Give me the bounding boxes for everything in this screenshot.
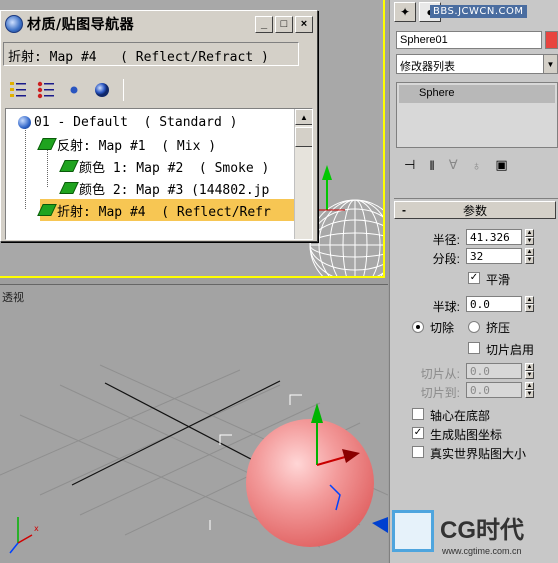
tree-item-map-selected[interactable]: 折射: Map #4 ( Reflect/Refr	[37, 199, 296, 221]
map-icon	[59, 182, 79, 194]
map-icon	[59, 160, 79, 172]
smooth-checkbox[interactable]: ✓	[468, 272, 480, 284]
material-sphere-icon	[18, 115, 31, 129]
material-tree[interactable]: 01 - Default ( Standard ) 反射: Map #1 ( M…	[5, 108, 313, 240]
base-to-pivot-checkbox[interactable]	[412, 408, 424, 420]
squash-label: 挤压	[486, 321, 511, 335]
chevron-down-icon[interactable]: ▼	[543, 55, 557, 73]
rollout-title: 参数	[462, 203, 487, 218]
configure-modifier-sets-icon[interactable]: ▣	[495, 157, 507, 173]
smooth-label: 平滑	[486, 273, 511, 287]
tree-connector	[25, 121, 26, 209]
chop-radio[interactable]	[412, 321, 424, 333]
slice-to-input[interactable]: 0.0	[466, 382, 522, 398]
title-bar[interactable]: 材质/贴图导航器 _ □ ×	[1, 11, 317, 37]
modifier-list-label: 修改器列表	[400, 61, 455, 73]
hemisphere-spinner[interactable]: ▲ ▼	[525, 296, 534, 312]
make-unique-icon[interactable]: ∀	[449, 157, 458, 173]
slice-from-input[interactable]: 0.0	[466, 363, 522, 379]
tree-item-map[interactable]: 反射: Map #1 ( Mix )	[37, 133, 216, 155]
material-navigator-app-icon	[5, 15, 23, 33]
view-large-icons-icon[interactable]	[91, 79, 113, 101]
view-list-icon[interactable]	[7, 79, 29, 101]
radius-input[interactable]: 41.326	[466, 229, 522, 245]
modifier-stack[interactable]: Sphere	[396, 82, 558, 148]
slice-from-spinner[interactable]: ▲ ▼	[525, 363, 534, 379]
cgtime-logo-mark	[392, 510, 434, 552]
sphere-object	[246, 419, 374, 547]
parameters-rollout: - 参数 半径: 41.326 ▲ ▼ 分段: 32 ▲ ▼ ✓ 平滑 半球: 0.…	[394, 198, 558, 466]
squash-radio[interactable]	[468, 321, 480, 333]
scroll-up-button[interactable]: ▲	[295, 109, 312, 125]
perspective-scene: x	[0, 364, 388, 554]
segments-input[interactable]: 32	[466, 248, 522, 264]
tree-scrollbar[interactable]: ▲	[294, 109, 312, 239]
toolbar-separator	[123, 79, 124, 101]
maximize-button[interactable]: □	[275, 15, 293, 33]
cgtime-logo-text: CG时代	[440, 517, 524, 544]
map-icon	[37, 204, 57, 216]
navigator-toolbar	[7, 77, 128, 103]
tree-item-material[interactable]: 01 - Default ( Standard )	[18, 111, 238, 133]
chop-label: 切除	[430, 321, 455, 335]
scroll-thumb[interactable]	[295, 127, 312, 147]
slice-to-spinner[interactable]: ▲ ▼	[525, 382, 534, 398]
cgtime-logo-url: www.cgtime.com.cn	[442, 546, 522, 556]
radius-spinner[interactable]: ▲ ▼	[525, 229, 534, 245]
view-small-icons-icon[interactable]	[63, 79, 85, 101]
cgtime-logo: CG时代 www.cgtime.com.cn	[392, 508, 558, 563]
segments-label: 分段:	[432, 252, 460, 266]
object-name-input[interactable]: Sphere01	[396, 31, 542, 49]
slice-on-checkbox[interactable]	[468, 342, 480, 354]
tree-item-map[interactable]: 颜色 1: Map #2 ( Smoke )	[59, 155, 269, 177]
rollout-header[interactable]: - 参数	[394, 201, 556, 219]
object-color-swatch[interactable]	[545, 31, 558, 49]
svg-text:x: x	[34, 524, 39, 533]
gen-map-coords-checkbox[interactable]: ✓	[412, 427, 424, 439]
modifier-list-dropdown[interactable]: 修改器列表 ▼	[396, 54, 558, 74]
slice-on-label: 切片启用	[486, 343, 535, 357]
perspective-viewport[interactable]: 透视 x	[0, 284, 388, 563]
remove-modifier-icon[interactable]: ♁	[472, 158, 482, 173]
site-watermark: BBS.JCWCN.COM	[430, 5, 527, 18]
window-title: 材质/贴图导航器	[27, 17, 135, 33]
material-map-navigator-window[interactable]: 材质/贴图导航器 _ □ × 折射: Map #4 ( Reflect/Refr…	[0, 10, 318, 242]
slice-from-label: 切片从:	[420, 367, 460, 381]
real-world-map-size-label: 真实世界贴图大小	[430, 447, 527, 461]
map-icon	[37, 138, 57, 150]
stack-toolbar: ⊣ ‖ ∀ ♁ ▣	[396, 154, 558, 176]
tree-item-map[interactable]: 颜色 2: Map #3 (144802.jp	[59, 177, 269, 199]
minimize-button[interactable]: _	[255, 15, 273, 33]
collapse-icon: -	[402, 203, 406, 217]
view-list-icons-icon[interactable]	[35, 79, 57, 101]
pin-stack-icon[interactable]: ⊣	[404, 157, 415, 173]
stack-item-sphere[interactable]: Sphere	[399, 85, 555, 103]
hemisphere-label: 半球:	[432, 300, 460, 314]
real-world-map-size-checkbox[interactable]	[412, 446, 424, 458]
segments-spinner[interactable]: ▲ ▼	[525, 248, 534, 264]
create-tab-icon[interactable]: ✦	[394, 2, 416, 22]
base-to-pivot-label: 轴心在底部	[430, 409, 491, 423]
show-end-result-icon[interactable]: ‖	[429, 158, 434, 173]
slice-to-label: 切片到:	[420, 386, 460, 400]
radius-label: 半径:	[432, 233, 460, 247]
current-map-field[interactable]: 折射: Map #4 ( Reflect/Refract )	[3, 42, 299, 66]
close-button[interactable]: ×	[295, 15, 313, 33]
hemisphere-input[interactable]: 0.0	[466, 296, 522, 312]
gen-map-coords-label: 生成贴图坐标	[430, 428, 503, 442]
